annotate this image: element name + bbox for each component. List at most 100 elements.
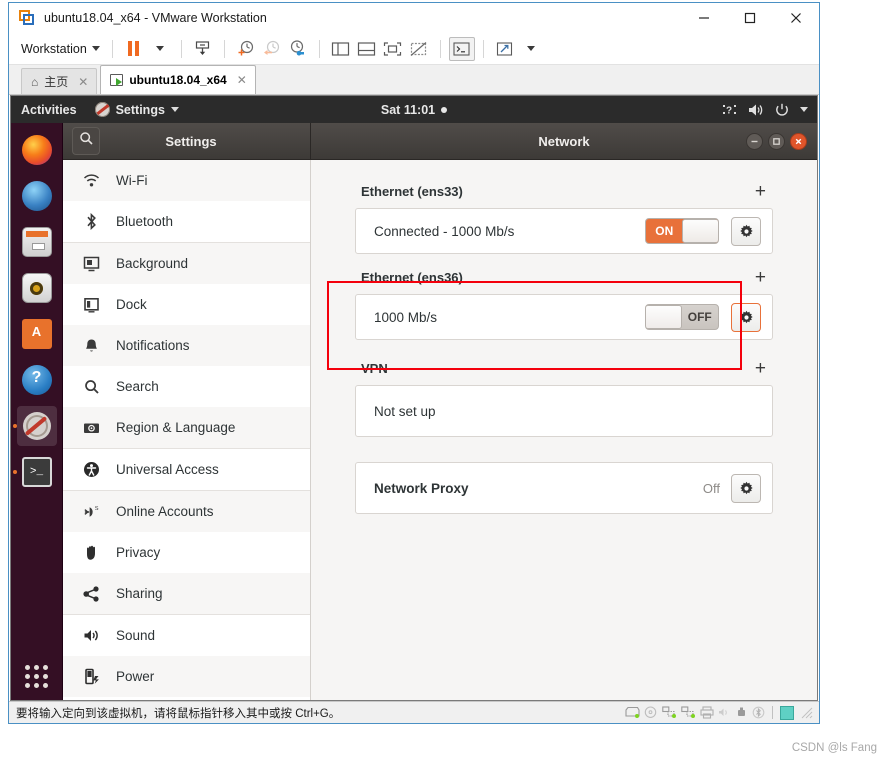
fullscreen-icon[interactable] bbox=[492, 37, 518, 61]
sidebar-item-region-language[interactable]: Region & Language bbox=[63, 407, 310, 448]
panel-left-icon[interactable] bbox=[328, 37, 354, 61]
plus-icon[interactable]: + bbox=[752, 359, 769, 378]
dock-item-thunderbird[interactable] bbox=[17, 176, 57, 216]
connection-status: 1000 Mb/s bbox=[374, 310, 645, 325]
dock-item-settings[interactable] bbox=[17, 406, 57, 446]
close-icon[interactable]: ✕ bbox=[78, 75, 88, 89]
sidebar-item-sound[interactable]: Sound bbox=[63, 615, 310, 656]
search-icon bbox=[83, 378, 100, 395]
close-button[interactable] bbox=[773, 3, 819, 33]
show-applications-icon[interactable] bbox=[25, 665, 48, 688]
keyboard-input-icon: ? bbox=[722, 102, 737, 117]
snapshot-revert-icon[interactable] bbox=[259, 37, 285, 61]
system-status-area[interactable]: ? bbox=[722, 102, 808, 117]
resize-grip-icon[interactable] bbox=[801, 707, 813, 719]
sidebar-item-dock[interactable]: Dock bbox=[63, 284, 310, 325]
network-adapter-icon[interactable] bbox=[662, 706, 677, 719]
settings-minimize-button[interactable] bbox=[746, 133, 763, 150]
power-dropdown-chevron-down-icon[interactable] bbox=[147, 37, 173, 61]
power-icon bbox=[775, 103, 789, 117]
ethernet-ens33-toggle[interactable]: ON bbox=[645, 218, 719, 244]
bluetooth-icon[interactable] bbox=[752, 706, 765, 719]
send-ctrl-alt-del-icon[interactable] bbox=[190, 37, 216, 61]
vpn-card[interactable]: Not set up bbox=[355, 385, 773, 437]
window-controls bbox=[681, 3, 819, 33]
window-titlebar: ubuntu18.04_x64 - VMware Workstation bbox=[9, 3, 819, 33]
toggle-knob bbox=[682, 219, 719, 243]
vm-guest-screen[interactable]: Activities Settings Sat 11:01 ? bbox=[10, 95, 818, 701]
sidebar-item-online-accounts[interactable]: S Online Accounts bbox=[63, 491, 310, 532]
network-proxy-settings-button[interactable] bbox=[731, 474, 761, 503]
power-battery-icon bbox=[83, 668, 100, 685]
vmware-toolbar: Workstation bbox=[9, 33, 819, 65]
sidebar-item-power[interactable]: Power bbox=[63, 656, 310, 697]
sidebar-item-privacy[interactable]: Privacy bbox=[63, 532, 310, 573]
ethernet-ens36-toggle[interactable]: OFF bbox=[645, 304, 719, 330]
ethernet-ens36-settings-button[interactable] bbox=[731, 303, 761, 332]
network-proxy-card: Network Proxy Off bbox=[355, 462, 773, 514]
usb-icon[interactable] bbox=[735, 706, 748, 719]
dock-item-files[interactable] bbox=[17, 222, 57, 262]
sidebar-item-search[interactable]: Search bbox=[63, 366, 310, 407]
dock-item-help[interactable] bbox=[17, 360, 57, 400]
ethernet-ens36-card: 1000 Mb/s OFF bbox=[355, 294, 773, 340]
sidebar-item-wifi[interactable]: Wi-Fi bbox=[63, 160, 310, 201]
vmware-workstation-window: ubuntu18.04_x64 - VMware Workstation Wor… bbox=[8, 2, 820, 724]
tab-home-label: 主页 bbox=[44, 73, 68, 90]
pause-icon[interactable] bbox=[121, 37, 147, 61]
minimize-button[interactable] bbox=[681, 3, 727, 33]
search-button[interactable] bbox=[72, 127, 100, 155]
sidebar-item-universal-access[interactable]: Universal Access bbox=[63, 449, 310, 490]
printer-icon[interactable] bbox=[700, 706, 714, 719]
ethernet-ens33-settings-button[interactable] bbox=[731, 217, 761, 246]
settings-close-button[interactable] bbox=[790, 133, 807, 150]
universal-access-icon bbox=[83, 461, 100, 478]
privacy-hand-icon bbox=[83, 544, 100, 561]
ethernet-ens33-card: Connected - 1000 Mb/s ON bbox=[355, 208, 773, 254]
dock-item-terminal[interactable]: >_ bbox=[17, 452, 57, 492]
snapshot-manager-icon[interactable] bbox=[285, 37, 311, 61]
dock-item-rhythmbox[interactable] bbox=[17, 268, 57, 308]
settings-maximize-button[interactable] bbox=[768, 133, 785, 150]
hard-disk-icon[interactable] bbox=[625, 706, 640, 719]
search-icon bbox=[79, 131, 94, 151]
dock-item-firefox[interactable] bbox=[17, 130, 57, 170]
console-icon[interactable] bbox=[449, 37, 475, 61]
toolbar-divider bbox=[224, 40, 225, 58]
autofit-off-icon[interactable] bbox=[406, 37, 432, 61]
ubuntu-software-icon bbox=[22, 319, 52, 349]
window-title: ubuntu18.04_x64 - VMware Workstation bbox=[44, 11, 267, 25]
plus-icon[interactable]: + bbox=[752, 268, 769, 287]
section-title: Ethernet (ens33) bbox=[361, 184, 463, 199]
gear-icon bbox=[739, 310, 754, 325]
svg-text:?: ? bbox=[726, 106, 732, 117]
vm-tab-strip: ⌂ 主页 ✕ ubuntu18.04_x64 ✕ bbox=[9, 65, 819, 95]
settings-body: Wi-Fi Bluetooth bbox=[63, 160, 817, 700]
sound-card-icon[interactable] bbox=[718, 706, 731, 719]
network-adapter-icon[interactable] bbox=[681, 706, 696, 719]
sidebar-item-label: Notifications bbox=[116, 338, 190, 353]
workstation-menu-button[interactable]: Workstation bbox=[17, 39, 104, 59]
plus-icon[interactable]: + bbox=[752, 182, 769, 201]
volume-icon bbox=[748, 103, 764, 117]
sidebar-item-label: Dock bbox=[116, 297, 147, 312]
panel-bottom-icon[interactable] bbox=[354, 37, 380, 61]
settings-header-left: Settings bbox=[63, 123, 311, 159]
home-icon: ⌂ bbox=[31, 75, 38, 89]
sidebar-item-bluetooth[interactable]: Bluetooth bbox=[63, 201, 310, 242]
snapshot-add-icon[interactable] bbox=[233, 37, 259, 61]
dock-item-ubuntu-software[interactable] bbox=[17, 314, 57, 354]
fullscreen-chevron-down-icon[interactable] bbox=[518, 37, 544, 61]
sidebar-item-notifications[interactable]: Notifications bbox=[63, 325, 310, 366]
clock-button[interactable]: Sat 11:01 bbox=[11, 103, 817, 117]
tab-ubuntu-vm[interactable]: ubuntu18.04_x64 ✕ bbox=[100, 65, 255, 94]
cd-dvd-icon[interactable] bbox=[644, 706, 658, 719]
tab-home[interactable]: ⌂ 主页 ✕ bbox=[21, 68, 97, 94]
bluetooth-icon bbox=[83, 213, 100, 230]
close-icon[interactable]: ✕ bbox=[237, 73, 247, 87]
vm-message-indicator-icon[interactable] bbox=[780, 706, 794, 720]
sidebar-item-sharing[interactable]: Sharing bbox=[63, 573, 310, 614]
sidebar-item-background[interactable]: Background bbox=[63, 243, 310, 284]
fit-guest-icon[interactable] bbox=[380, 37, 406, 61]
maximize-button[interactable] bbox=[727, 3, 773, 33]
